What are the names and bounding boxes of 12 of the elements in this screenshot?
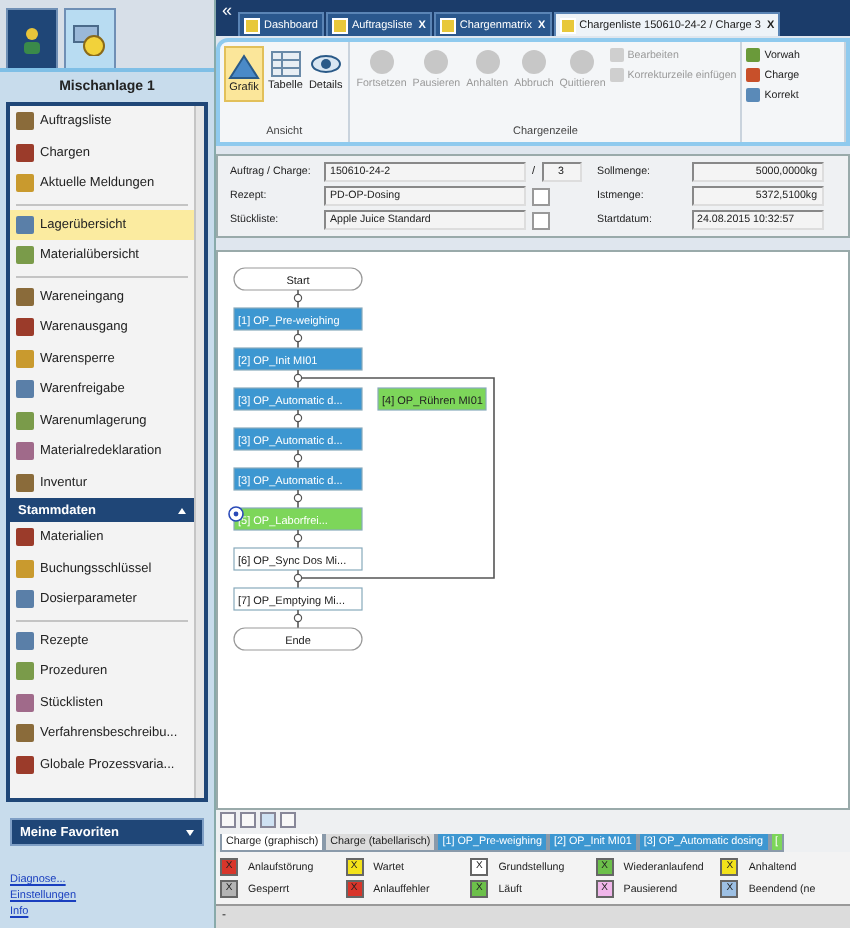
document-icon: [244, 17, 261, 33]
scrollbar[interactable]: [194, 106, 204, 798]
document-icon: [331, 17, 348, 33]
collapse-button[interactable]: «: [218, 0, 237, 20]
document-icon: [439, 17, 456, 33]
table-icon: [269, 50, 302, 78]
chart-icon: [228, 52, 260, 80]
sidebar-tab[interactable]: [6, 8, 58, 70]
eye-icon: [309, 50, 342, 78]
sidebar-tab[interactable]: [64, 8, 116, 70]
document-icon: [559, 17, 576, 33]
monitor-icon: [72, 24, 108, 56]
